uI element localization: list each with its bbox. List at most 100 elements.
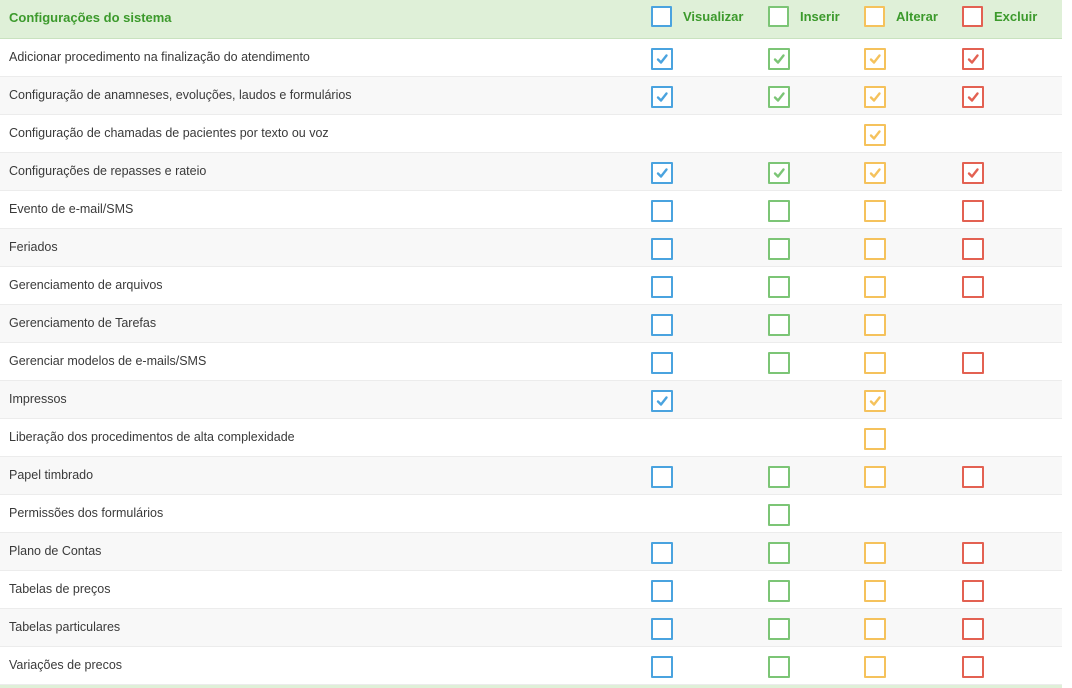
permission-label: Configuração de anamneses, evoluções, la… — [9, 88, 352, 102]
table-row: Gerenciamento de arquivos — [0, 267, 1062, 305]
alterar-checkbox[interactable] — [864, 656, 886, 678]
excluir-checkbox[interactable] — [962, 162, 984, 184]
checkmark-icon — [869, 168, 881, 178]
checkmark-icon — [773, 168, 785, 178]
permission-label: Permissões dos formulários — [9, 506, 164, 520]
permission-label: Plano de Contas — [9, 544, 102, 558]
section-title: Configurações do sistema — [9, 10, 172, 25]
inserir-checkbox[interactable] — [768, 314, 790, 336]
checkmark-icon — [967, 92, 979, 102]
table-row: Gerenciamento de Tarefas — [0, 305, 1062, 343]
alterar-checkbox[interactable] — [864, 48, 886, 70]
inserir-checkbox[interactable] — [768, 276, 790, 298]
visualizar-checkbox[interactable] — [651, 352, 673, 374]
inserir-checkbox[interactable] — [768, 86, 790, 108]
permission-label: Tabelas de preços — [9, 582, 111, 596]
permissions-table: Configurações do sistema Visualizar Inser… — [0, 0, 1062, 688]
inserir-checkbox[interactable] — [768, 542, 790, 564]
visualizar-checkbox[interactable] — [651, 656, 673, 678]
table-row: Permissões dos formulários — [0, 495, 1062, 533]
visualizar-checkbox[interactable] — [651, 618, 673, 640]
alterar-checkbox[interactable] — [864, 466, 886, 488]
alterar-checkbox[interactable] — [864, 124, 886, 146]
inserir-checkbox[interactable] — [768, 580, 790, 602]
table-row: Adicionar procedimento na finalização do… — [0, 39, 1062, 77]
checkmark-icon — [869, 54, 881, 64]
permission-label: Gerenciar modelos de e-mails/SMS — [9, 354, 207, 368]
visualizar-checkbox[interactable] — [651, 580, 673, 602]
checkmark-icon — [869, 396, 881, 406]
visualizar-checkbox[interactable] — [651, 276, 673, 298]
table-row: Feriados — [0, 229, 1062, 267]
excluir-checkbox[interactable] — [962, 466, 984, 488]
excluir-checkbox[interactable] — [962, 276, 984, 298]
table-row: Impressos — [0, 381, 1062, 419]
permission-label: Gerenciamento de arquivos — [9, 278, 163, 292]
inserir-checkbox[interactable] — [768, 466, 790, 488]
select-all-visualizar-checkbox[interactable] — [651, 6, 672, 27]
column-header-alterar: Alterar — [896, 9, 938, 24]
select-all-inserir-checkbox[interactable] — [768, 6, 789, 27]
checkmark-icon — [869, 130, 881, 140]
table-row: Gerenciar modelos de e-mails/SMS — [0, 343, 1062, 381]
excluir-checkbox[interactable] — [962, 618, 984, 640]
visualizar-checkbox[interactable] — [651, 542, 673, 564]
inserir-checkbox[interactable] — [768, 504, 790, 526]
permission-label: Gerenciamento de Tarefas — [9, 316, 157, 330]
permission-label: Liberação dos procedimentos de alta comp… — [9, 430, 295, 444]
inserir-checkbox[interactable] — [768, 48, 790, 70]
alterar-checkbox[interactable] — [864, 238, 886, 260]
visualizar-checkbox[interactable] — [651, 162, 673, 184]
table-row: Liberação dos procedimentos de alta comp… — [0, 419, 1062, 457]
alterar-checkbox[interactable] — [864, 542, 886, 564]
excluir-checkbox[interactable] — [962, 238, 984, 260]
excluir-checkbox[interactable] — [962, 86, 984, 108]
excluir-checkbox[interactable] — [962, 580, 984, 602]
checkmark-icon — [656, 168, 668, 178]
alterar-checkbox[interactable] — [864, 428, 886, 450]
table-row: Tabelas particulares — [0, 609, 1062, 647]
select-all-excluir-checkbox[interactable] — [962, 6, 983, 27]
excluir-checkbox[interactable] — [962, 352, 984, 374]
column-header-inserir: Inserir — [800, 9, 840, 24]
alterar-checkbox[interactable] — [864, 314, 886, 336]
alterar-checkbox[interactable] — [864, 276, 886, 298]
visualizar-checkbox[interactable] — [651, 200, 673, 222]
excluir-checkbox[interactable] — [962, 542, 984, 564]
visualizar-checkbox[interactable] — [651, 48, 673, 70]
inserir-checkbox[interactable] — [768, 200, 790, 222]
excluir-checkbox[interactable] — [962, 656, 984, 678]
checkmark-icon — [967, 54, 979, 64]
checkmark-icon — [967, 168, 979, 178]
table-row: Evento de e-mail/SMS — [0, 191, 1062, 229]
inserir-checkbox[interactable] — [768, 656, 790, 678]
alterar-checkbox[interactable] — [864, 352, 886, 374]
checkmark-icon — [656, 396, 668, 406]
checkmark-icon — [773, 92, 785, 102]
excluir-checkbox[interactable] — [962, 48, 984, 70]
inserir-checkbox[interactable] — [768, 238, 790, 260]
alterar-checkbox[interactable] — [864, 390, 886, 412]
alterar-checkbox[interactable] — [864, 580, 886, 602]
table-row: Configurações de repasses e rateio — [0, 153, 1062, 191]
table-row: Papel timbrado — [0, 457, 1062, 495]
inserir-checkbox[interactable] — [768, 618, 790, 640]
alterar-checkbox[interactable] — [864, 86, 886, 108]
column-header-visualizar: Visualizar — [683, 9, 744, 24]
table-row: Configuração de anamneses, evoluções, la… — [0, 77, 1062, 115]
column-header-excluir: Excluir — [994, 9, 1038, 24]
visualizar-checkbox[interactable] — [651, 390, 673, 412]
excluir-checkbox[interactable] — [962, 200, 984, 222]
permission-label: Configurações de repasses e rateio — [9, 164, 207, 178]
select-all-alterar-checkbox[interactable] — [864, 6, 885, 27]
visualizar-checkbox[interactable] — [651, 314, 673, 336]
inserir-checkbox[interactable] — [768, 162, 790, 184]
alterar-checkbox[interactable] — [864, 162, 886, 184]
visualizar-checkbox[interactable] — [651, 238, 673, 260]
alterar-checkbox[interactable] — [864, 200, 886, 222]
inserir-checkbox[interactable] — [768, 352, 790, 374]
permission-label: Configuração de chamadas de pacientes po… — [9, 126, 329, 140]
visualizar-checkbox[interactable] — [651, 466, 673, 488]
visualizar-checkbox[interactable] — [651, 86, 673, 108]
alterar-checkbox[interactable] — [864, 618, 886, 640]
